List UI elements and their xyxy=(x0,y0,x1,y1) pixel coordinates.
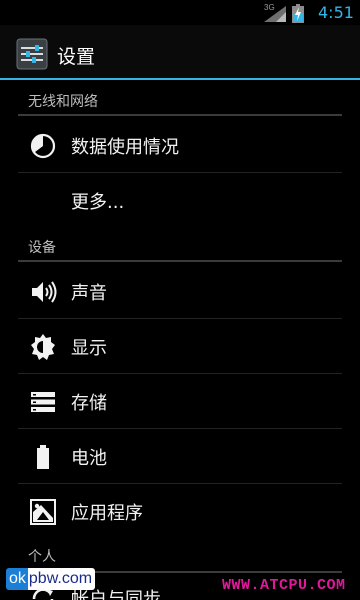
settings-item-battery[interactable]: 电池 xyxy=(0,429,360,484)
settings-item-label: 电池 xyxy=(71,448,107,469)
section-divider xyxy=(18,114,342,116)
settings-item-label: 更多... xyxy=(71,192,125,213)
section-header-label: 设备 xyxy=(28,240,56,256)
signal-icon xyxy=(264,6,286,22)
speaker-icon xyxy=(32,281,57,303)
clock: 4:51 xyxy=(318,3,354,22)
section-divider xyxy=(18,260,342,262)
section-header-device: 设备 xyxy=(0,228,360,264)
watermark-okpbw: ok pbw.com xyxy=(6,568,96,590)
action-bar: 设置 xyxy=(0,25,360,80)
settings-item-label: 应用程序 xyxy=(71,503,143,524)
storage-icon xyxy=(31,392,55,412)
watermark-prefix: ok xyxy=(6,568,28,590)
section-header-label: 个人 xyxy=(28,549,56,565)
status-bar: 3G 4:51 xyxy=(0,0,360,25)
section-header-label: 无线和网络 xyxy=(28,94,98,110)
battery-charging-icon xyxy=(292,4,304,23)
settings-item-label: 存储 xyxy=(71,393,107,414)
action-bar-divider xyxy=(0,78,360,80)
apps-icon xyxy=(30,499,56,525)
settings-item-label: 显示 xyxy=(71,338,107,359)
watermark-domain: pbw.com xyxy=(27,568,96,590)
settings-item-storage[interactable]: 存储 xyxy=(0,374,360,429)
settings-item-label: 声音 xyxy=(71,283,107,304)
settings-item-sound[interactable]: 声音 xyxy=(0,264,360,319)
watermark-atcpu: WWW.ATCPU.COM xyxy=(222,577,346,594)
settings-item-display[interactable]: 显示 xyxy=(0,319,360,374)
section-header-wireless: 无线和网络 xyxy=(0,82,360,118)
settings-item-data-usage[interactable]: 数据使用情况 xyxy=(0,118,360,173)
settings-item-apps[interactable]: 应用程序 xyxy=(0,484,360,539)
settings-sliders-icon[interactable] xyxy=(16,38,48,70)
data-usage-icon xyxy=(30,133,56,159)
settings-item-more[interactable]: 更多... xyxy=(0,173,360,228)
battery-icon xyxy=(37,445,49,469)
settings-item-label: 数据使用情况 xyxy=(71,137,179,158)
page-title: 设置 xyxy=(57,46,96,68)
brightness-icon xyxy=(31,334,55,360)
